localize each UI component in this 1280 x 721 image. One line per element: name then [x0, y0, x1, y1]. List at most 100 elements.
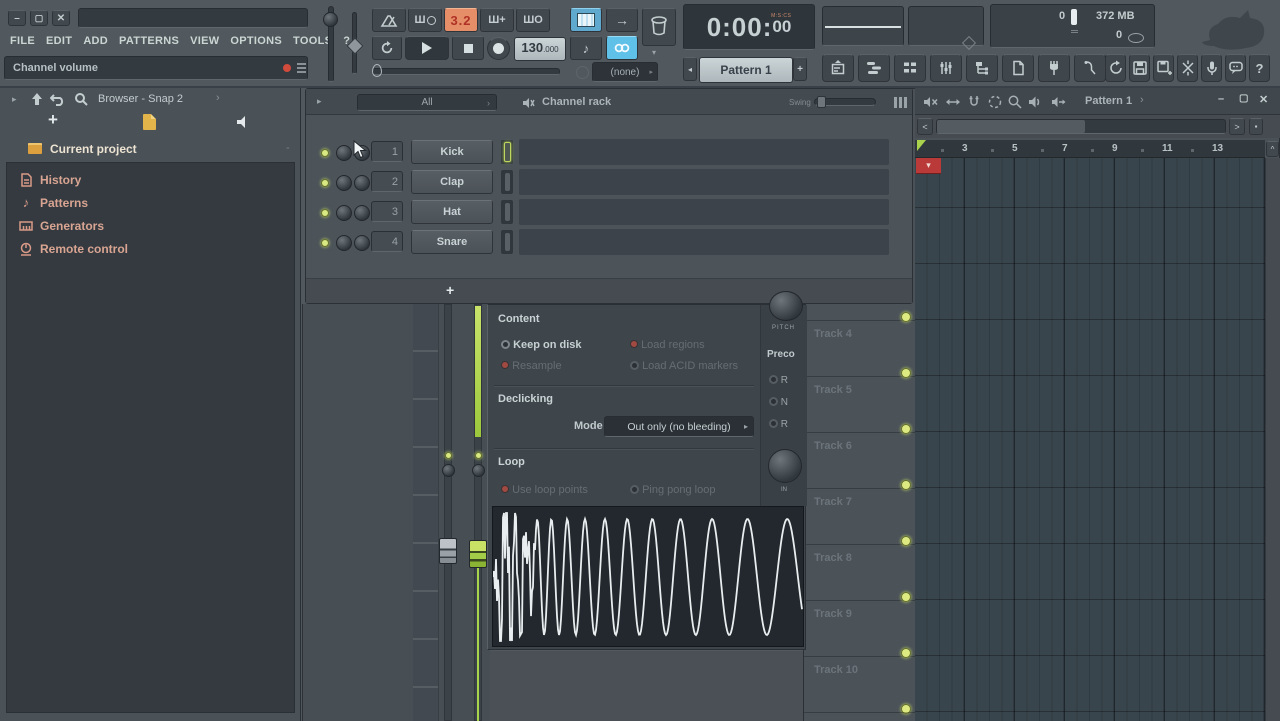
channel-select-switch[interactable]	[501, 230, 513, 254]
wait-for-input-button[interactable]: Ш	[408, 8, 442, 32]
oscilloscope-panel[interactable]	[822, 6, 904, 46]
channel-mute-led[interactable]	[321, 149, 329, 157]
snap-selector[interactable]: (none) ▸	[592, 62, 658, 82]
mixer-knob-1[interactable]	[442, 464, 455, 477]
toolbar-playlist-button[interactable]	[822, 54, 854, 82]
magnet-icon[interactable]	[966, 94, 982, 110]
toolbar-channel-rack-button[interactable]	[894, 54, 926, 82]
channel-number-box[interactable]: 4	[371, 231, 403, 252]
playlist-close-button[interactable]: ✕	[1259, 93, 1268, 106]
mixer-fader-track-1[interactable]	[444, 304, 452, 721]
toolbar-close-windows-button[interactable]	[1177, 54, 1198, 82]
channel-number-box[interactable]: 3	[371, 201, 403, 222]
playlist-options-button[interactable]: ▪	[1249, 118, 1263, 135]
toolbar-save-as-button[interactable]	[1153, 54, 1174, 82]
window-close-button[interactable]: ✕	[52, 10, 70, 26]
channel-select-switch[interactable]	[501, 200, 513, 224]
pattern-clip[interactable]: ▾	[916, 158, 941, 174]
option-ping-pong[interactable]: Ping pong loop	[630, 484, 715, 496]
marquee-icon[interactable]	[987, 94, 1003, 110]
side-option-1[interactable]: R	[769, 375, 788, 386]
menu-item-4[interactable]: VIEW	[190, 35, 219, 47]
record-button[interactable]	[487, 37, 510, 60]
mixer-knob-2[interactable]	[472, 464, 485, 477]
channel-pan-knob[interactable]	[336, 145, 352, 161]
h-arrows-icon[interactable]	[945, 94, 961, 110]
browser-tab-speaker-icon[interactable]	[236, 115, 252, 129]
playlist-scroll-left-button[interactable]: <	[917, 118, 933, 135]
mute-speaker-icon[interactable]	[923, 94, 939, 110]
menu-item-2[interactable]: ADD	[83, 35, 108, 47]
toolbar-one-click-record-button[interactable]	[1105, 54, 1126, 82]
in-knob[interactable]	[768, 449, 802, 483]
menu-item-3[interactable]: PATTERNS	[119, 35, 179, 47]
browser-item-history[interactable]: History	[18, 170, 278, 190]
playlist-scroll-right-button[interactable]: >	[1229, 118, 1245, 135]
playlist-ruler[interactable]	[915, 140, 1265, 158]
repeat-button[interactable]	[372, 36, 402, 60]
option-load-acid[interactable]: Load ACID markers	[630, 360, 738, 372]
resource-panel[interactable]: 0 372 MB 0	[990, 4, 1155, 48]
menu-item-1[interactable]: EDIT	[46, 35, 72, 47]
playlist-minimize-button[interactable]: –	[1218, 93, 1224, 105]
menu-item-0[interactable]: FILE	[10, 35, 35, 47]
toolbar-chat-button[interactable]	[1225, 54, 1246, 82]
channel-volume-knob[interactable]	[354, 205, 370, 221]
channel-select-switch[interactable]	[501, 170, 513, 194]
channel-button-kick[interactable]: Kick	[411, 140, 493, 164]
link-button[interactable]	[606, 36, 638, 60]
channel-button-hat[interactable]: Hat	[411, 200, 493, 224]
channel-number-box[interactable]: 1	[371, 141, 403, 162]
bell-expand-arrow[interactable]: ▾	[652, 48, 656, 57]
pattern-display[interactable]: Pattern 1	[699, 57, 793, 83]
time-display[interactable]: 0:00: M:S:CS 00	[683, 4, 815, 50]
tempo-display[interactable]: 130 .000	[514, 37, 566, 61]
playlist-title-arrow[interactable]: ›	[1140, 94, 1144, 106]
playhead-marker-icon[interactable]	[916, 140, 928, 152]
channel-select-switch[interactable]	[501, 140, 513, 164]
toolbar-plugin-button[interactable]	[1038, 54, 1070, 82]
option-use-loop-points[interactable]: Use loop points	[501, 484, 588, 496]
channel-mute-led[interactable]	[321, 179, 329, 187]
channel-button-clap[interactable]: Clap	[411, 170, 493, 194]
stop-button[interactable]	[452, 36, 484, 60]
typing-keyboard-button[interactable]	[570, 8, 602, 32]
browser-item-patterns[interactable]: ♪Patterns	[18, 193, 278, 213]
channel-pan-knob[interactable]	[336, 175, 352, 191]
toolbar-project-picker-button[interactable]	[966, 54, 998, 82]
mixer-fader-handle-1[interactable]	[439, 538, 457, 564]
blend-notes-button[interactable]: ♪	[570, 36, 602, 60]
step-edit-button[interactable]: →	[606, 8, 638, 32]
window-minimize-button[interactable]: –	[8, 10, 26, 26]
option-keep-on-disk[interactable]: Keep on disk	[501, 339, 582, 351]
browser-tab-file-icon[interactable]	[143, 114, 156, 130]
playlist-maximize-button[interactable]: ▢	[1239, 93, 1248, 104]
mixer-led-2[interactable]	[475, 452, 482, 459]
browser-item-remote-control[interactable]: Remote control	[18, 239, 278, 259]
browser-tab-plus[interactable]: +	[48, 110, 58, 130]
toolbar-save-button[interactable]	[1129, 54, 1150, 82]
channel-button-snare[interactable]: Snare	[411, 230, 493, 254]
playlist-grid[interactable]	[915, 158, 1265, 721]
step-sequencer-band[interactable]	[519, 199, 889, 225]
mixer-led-1[interactable]	[445, 452, 452, 459]
playlist-vscrollbar[interactable]	[1265, 158, 1280, 721]
loop-record-button[interactable]: ШO	[516, 8, 550, 32]
channel-pan-knob[interactable]	[336, 235, 352, 251]
channel-pan-knob[interactable]	[336, 205, 352, 221]
channel-volume-knob[interactable]	[354, 235, 370, 251]
channel-volume-knob[interactable]	[354, 175, 370, 191]
toolbar-touch-button[interactable]	[1074, 54, 1106, 82]
toolbar-piano-roll-button[interactable]	[858, 54, 890, 82]
browser-leading-arrow[interactable]: ▸	[12, 94, 17, 105]
browser-search-icon[interactable]	[74, 92, 89, 107]
toolbar-mixer-button[interactable]	[930, 54, 962, 82]
rack-add-channel-button[interactable]: +	[446, 282, 454, 298]
browser-up-icon[interactable]	[30, 92, 44, 106]
playlist-scroll-up-button[interactable]: ^	[1266, 141, 1279, 157]
slide-tool-icon[interactable]	[1050, 94, 1066, 110]
window-maximize-button[interactable]: ▢	[30, 10, 48, 26]
toolbar-record-audio-button[interactable]	[1201, 54, 1222, 82]
time-mode-label[interactable]: M:S:CS	[771, 13, 791, 19]
option-load-regions[interactable]: Load regions	[630, 339, 705, 351]
